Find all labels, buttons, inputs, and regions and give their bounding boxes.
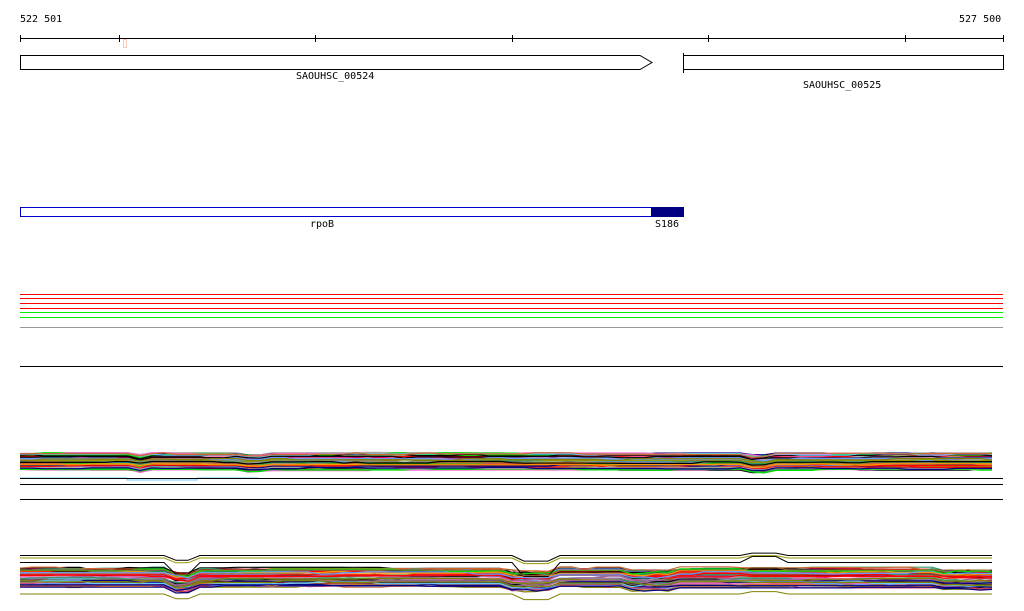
gene-label-saouhsc-00524: SAOUHSC_00524 (296, 71, 375, 82)
coverage-track-2 (19, 552, 993, 601)
coverage-track-1 (19, 451, 993, 481)
position-marker[interactable] (123, 39, 127, 48)
mutation-label-s186: S186 (655, 219, 680, 230)
gene-label-saouhsc-00525: SAOUHSC_00525 (803, 80, 882, 91)
feature-label-rpob: rpoB (310, 219, 335, 230)
coverage-line (20, 467, 992, 474)
coverage-line (20, 591, 992, 601)
rpob-feature-bar[interactable] (20, 207, 652, 217)
variant-tracks (20, 294, 1003, 328)
coverage-line (20, 552, 992, 562)
ruler (20, 35, 1004, 42)
genome-browser-canvas (19, 35, 1004, 601)
gene-arrow-saouhsc-00525[interactable] (683, 53, 1004, 73)
s186-mutation-marker[interactable] (651, 207, 684, 217)
gene-arrow-saouhsc-00524[interactable] (20, 55, 653, 70)
